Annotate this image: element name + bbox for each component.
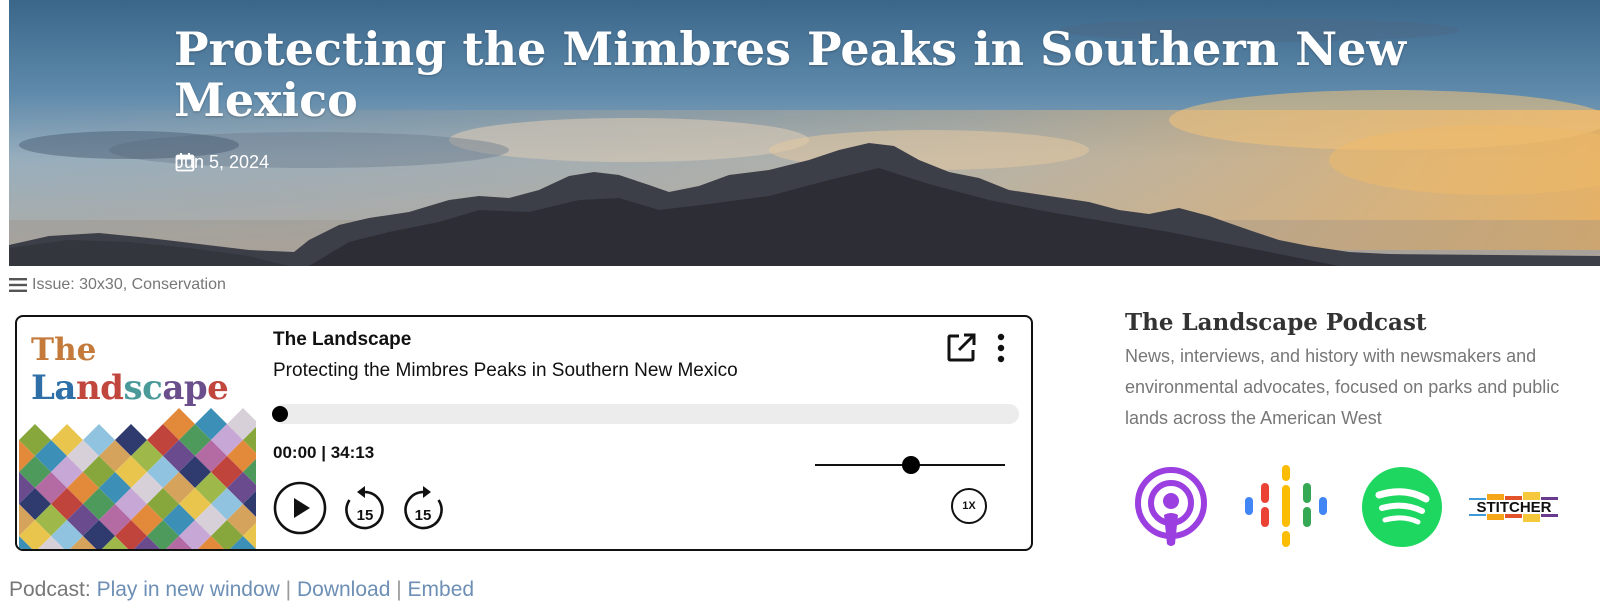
stitcher-wordmark: STITCHER (1477, 499, 1552, 516)
rewind-15-button[interactable]: 15 (343, 484, 387, 532)
google-podcasts-icon[interactable] (1243, 465, 1329, 549)
apple-podcasts-icon[interactable] (1133, 465, 1209, 549)
podcast-show-description: News, interviews, and history with newsm… (1125, 346, 1560, 428)
issue-tags-text: Issue: 30x30, Conservation (32, 276, 226, 293)
cover-letter: a (54, 368, 76, 408)
popout-icon[interactable] (945, 332, 977, 364)
separator: | (285, 578, 292, 601)
cover-letter: e (207, 368, 229, 408)
spotify-icon[interactable] (1360, 465, 1444, 549)
more-vertical-icon[interactable] (995, 332, 1007, 364)
progress-thumb[interactable] (272, 406, 288, 422)
cover-letter: a (162, 368, 184, 408)
embed-link[interactable]: Embed (408, 578, 475, 601)
episode-title: Protecting the Mimbres Peaks in Southern… (273, 360, 738, 381)
time-separator: | (321, 443, 326, 462)
time-readout: 00:00 | 34:13 (273, 443, 374, 463)
podcast-cover-art: The Landscape (19, 319, 256, 549)
calendar-icon (175, 153, 195, 172)
podcast-player: The Landscape The Landscape Protecting t… (15, 315, 1033, 551)
issue-tags: Issue: 30x30, Conservation (9, 276, 226, 294)
cover-letter: p (183, 368, 208, 408)
download-link[interactable]: Download (297, 578, 390, 601)
playback-speed-button[interactable]: 1X (951, 488, 987, 524)
progress-bar[interactable] (273, 404, 1019, 424)
cover-letter: c (142, 368, 163, 408)
page-title: Protecting the Mimbres Peaks in Southern… (174, 22, 1407, 127)
rewind-15-label: 15 (357, 507, 374, 524)
duration: 34:13 (330, 443, 375, 462)
forward-15-button[interactable]: 15 (401, 484, 445, 532)
show-name: The Landscape (273, 329, 412, 350)
play-in-new-window-link[interactable]: Play in new window (97, 578, 280, 601)
podcast-links-prefix: Podcast: (9, 578, 91, 601)
podcast-show-title: The Landscape Podcast (1125, 309, 1427, 336)
hero-banner: Protecting the Mimbres Peaks in Southern… (9, 0, 1600, 266)
play-icon (294, 498, 310, 518)
volume-thumb[interactable] (902, 456, 920, 474)
forward-15-label: 15 (415, 507, 432, 524)
cover-title-landscape: Landscape (31, 368, 229, 408)
cover-letter: L (31, 368, 55, 408)
cover-title-the: The (31, 332, 97, 368)
separator: | (396, 578, 402, 601)
cover-letter: d (100, 368, 124, 408)
podcast-links: Podcast: Play in new window | Download |… (9, 578, 474, 602)
current-time: 00:00 (273, 443, 317, 462)
list-icon (9, 278, 27, 292)
publish-date: Jun 5, 2024 (175, 152, 269, 173)
stitcher-icon[interactable]: STITCHER (1469, 488, 1559, 528)
play-button[interactable] (273, 481, 327, 535)
cover-letter: s (123, 368, 143, 408)
cover-letter: n (75, 368, 101, 408)
